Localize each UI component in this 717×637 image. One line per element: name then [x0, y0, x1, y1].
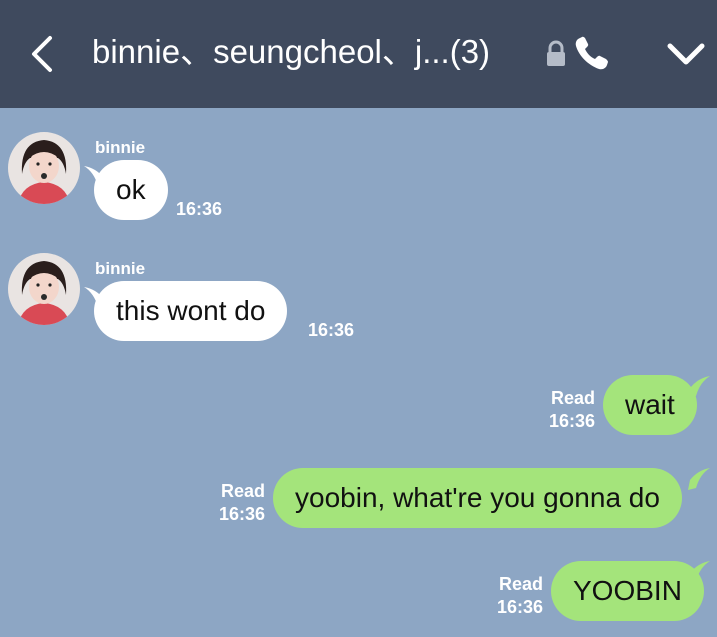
message-time: 16:36: [218, 504, 265, 524]
sender-name: binnie: [95, 138, 146, 157]
read-status: Read: [550, 388, 595, 408]
read-receipt: Read 16:36: [205, 480, 265, 526]
message-bubble[interactable]: YOOBIN: [551, 561, 704, 621]
back-button[interactable]: [24, 32, 64, 76]
expand-menu-button[interactable]: [660, 34, 712, 74]
call-button[interactable]: [572, 34, 614, 74]
back-icon: [32, 36, 52, 72]
message-time: 16:36: [176, 199, 223, 219]
message-time: 16:36: [548, 411, 595, 431]
read-receipt: Read 16:36: [535, 387, 595, 433]
chevron-down-icon: [667, 43, 705, 65]
message-bubble[interactable]: wait: [603, 375, 697, 435]
read-status: Read: [220, 481, 265, 501]
avatar[interactable]: [8, 253, 80, 325]
message-time: 16:36: [496, 597, 543, 617]
chat-header: binnie、seungcheol、j...(3): [0, 0, 717, 108]
sender-name: binnie: [95, 259, 146, 278]
avatar[interactable]: [8, 132, 80, 204]
read-receipt: Read 16:36: [483, 573, 543, 619]
message-bubble[interactable]: ok: [94, 160, 168, 220]
bubble-tail: [688, 468, 710, 490]
read-status: Read: [498, 574, 543, 594]
message-time: 16:36: [308, 320, 355, 340]
phone-icon: [575, 36, 608, 70]
message-bubble[interactable]: this wont do: [94, 281, 288, 341]
chat-title[interactable]: binnie、seungcheol、j...(3): [92, 30, 490, 74]
chat-area[interactable]: binnie ok 16:36 binnie this wont do 16:3…: [0, 108, 717, 637]
message-bubble[interactable]: yoobin, what're you gonna do: [273, 468, 682, 528]
lock-icon: [544, 40, 568, 68]
